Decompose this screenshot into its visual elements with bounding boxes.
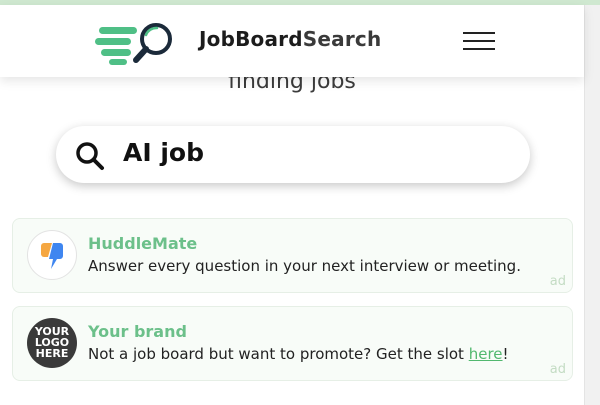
ad-description-prefix: Not a job board but want to promote? Get… (88, 345, 469, 363)
magnifier-speed-logo-icon[interactable] (95, 21, 175, 67)
brand-name[interactable]: JobBoardSearch (199, 27, 381, 51)
ad-description: Not a job board but want to promote? Get… (88, 345, 509, 363)
menu-bar (463, 48, 495, 50)
logo-line: HERE (35, 347, 69, 360)
menu-bar (463, 40, 495, 42)
page-scrollbar[interactable] (584, 5, 600, 405)
search-icon[interactable] (75, 141, 105, 171)
ad-card-huddlemate[interactable]: HuddleMate Answer every question in your… (12, 218, 573, 293)
search-input[interactable]: AI job (56, 126, 530, 183)
site-header: JobBoardSearch (0, 5, 584, 77)
promote-here-link[interactable]: here (469, 345, 503, 363)
huddlemate-logo-icon (27, 230, 77, 280)
ad-title[interactable]: HuddleMate (88, 234, 197, 253)
brand-name-bold: JobBoard (199, 27, 303, 51)
hero-subtitle: finding jobs (228, 77, 356, 94)
ad-description: Answer every question in your next inter… (88, 257, 521, 275)
brand-name-rest: Search (302, 27, 382, 51)
search-query[interactable]: AI job (123, 138, 204, 167)
ad-card-your-brand[interactable]: YOUR LOGO HERE Your brand Not a job boar… (12, 306, 573, 381)
your-logo-placeholder-icon: YOUR LOGO HERE (27, 318, 77, 368)
ad-badge: ad (549, 274, 566, 289)
ad-badge: ad (549, 362, 566, 377)
hamburger-menu-icon[interactable] (463, 29, 495, 53)
ad-title[interactable]: Your brand (88, 322, 187, 341)
ad-description-suffix: ! (502, 345, 509, 363)
menu-bar (463, 32, 495, 34)
hero-subtitle-wrapper: finding jobs (0, 77, 584, 97)
